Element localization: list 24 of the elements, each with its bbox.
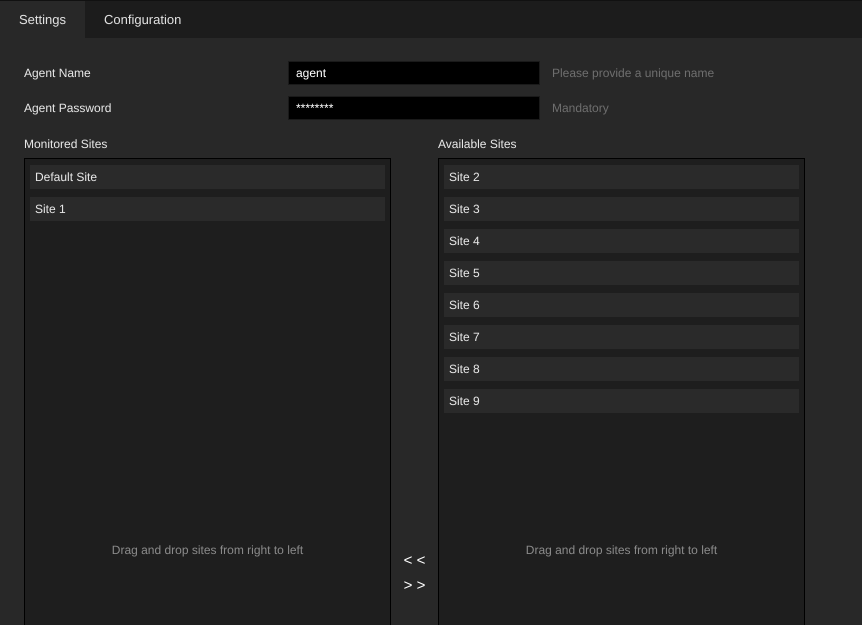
site-item[interactable]: Site 6 (444, 293, 799, 317)
field-label: Agent Name (24, 66, 92, 80)
move-button[interactable]: > > (404, 576, 426, 595)
drop-hint: Drag and drop sites from right to left (524, 543, 718, 557)
field-hint: Mandatory (552, 101, 609, 115)
site-item[interactable]: Site 3 (444, 197, 799, 221)
drop-hint: Drag and drop sites from right to left (110, 543, 304, 557)
site-item[interactable]: Site 5 (444, 261, 799, 285)
site-item[interactable]: Site 4 (444, 229, 799, 253)
list-title: Monitored Sites (24, 137, 108, 150)
tab[interactable]: Configuration (84, 1, 200, 38)
site-item[interactable]: Default Site (30, 165, 385, 189)
field-hint: Please provide a unique name (552, 66, 714, 80)
site-item[interactable]: Site 8 (444, 357, 799, 381)
site-item[interactable]: Site 7 (444, 325, 799, 349)
input-field[interactable]: agent (288, 61, 540, 85)
site-item[interactable]: Site 1 (30, 197, 385, 221)
site-item[interactable]: Site 9 (444, 389, 799, 413)
site-item[interactable]: Site 2 (444, 165, 799, 189)
move-button[interactable]: < < (404, 551, 426, 570)
tab[interactable]: Settings (0, 1, 85, 38)
field-label: Agent Password (24, 101, 112, 115)
list-title: Available Sites (438, 137, 518, 150)
input-field[interactable]: ******** (288, 96, 540, 120)
